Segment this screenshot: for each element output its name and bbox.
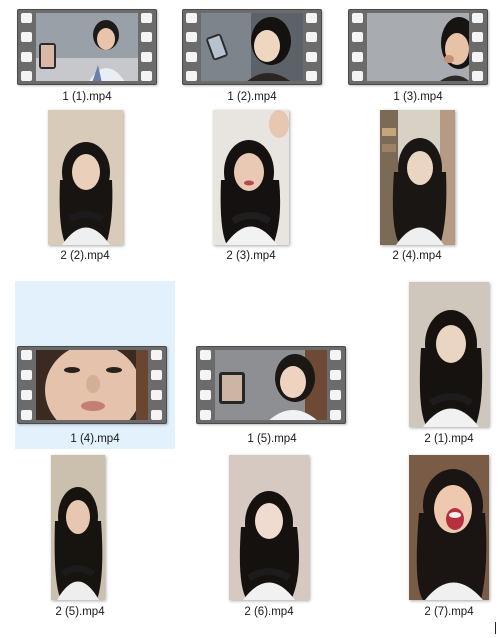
video-thumbnail bbox=[409, 282, 489, 427]
file-name: 2 (7).mp4 bbox=[424, 606, 474, 618]
file-name: 2 (3).mp4 bbox=[226, 250, 276, 262]
file-name: 2 (6).mp4 bbox=[244, 606, 294, 618]
video-file-icon bbox=[348, 9, 488, 85]
file-name: 1 (2).mp4 bbox=[227, 91, 277, 103]
file-name: 2 (5).mp4 bbox=[55, 606, 105, 618]
video-thumbnail bbox=[48, 110, 123, 245]
file-name: 2 (2).mp4 bbox=[60, 250, 110, 262]
file-name: 1 (5).mp4 bbox=[247, 433, 297, 445]
file-name: 1 (1).mp4 bbox=[62, 91, 112, 103]
video-thumbnail bbox=[51, 455, 105, 600]
text-cursor bbox=[495, 622, 496, 634]
video-thumbnail bbox=[229, 455, 309, 600]
video-file-icon bbox=[196, 346, 346, 424]
video-thumbnail bbox=[213, 110, 289, 245]
file-name[interactable]: 1 (4).mp4 bbox=[15, 433, 175, 445]
video-thumbnail bbox=[380, 110, 455, 245]
file-name: 1 (3).mp4 bbox=[393, 91, 443, 103]
video-file-icon bbox=[17, 346, 167, 424]
file-name: 2 (1).mp4 bbox=[424, 433, 474, 445]
file-name: 2 (4).mp4 bbox=[392, 250, 442, 262]
video-file-icon bbox=[17, 9, 157, 85]
video-thumbnail bbox=[409, 455, 489, 600]
video-file-icon bbox=[182, 9, 322, 85]
